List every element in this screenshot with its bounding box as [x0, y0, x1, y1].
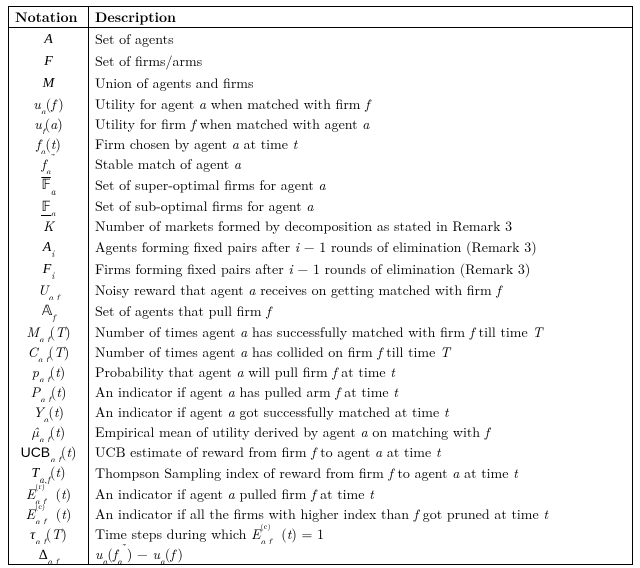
table-row: ∆a,fua(fa*) − ua(f ): [9, 544, 633, 565]
table-row: E(c)a,f(t)An indicator if all the firms …: [9, 504, 633, 524]
description-cell: Empirical mean of utility derived by age…: [89, 422, 633, 442]
table-row: FSet of firms/arms: [9, 50, 633, 72]
table-row: 𝔽aSet of sub-optimal firms for agent a: [9, 196, 633, 216]
notation-cell: Pa,f(t): [9, 382, 89, 402]
table-row: 𝔸fSet of agents that pull firm f: [9, 300, 633, 322]
table-row: Pa,f(t)An indicator if agent a has pulle…: [9, 382, 633, 402]
table-row: ua(f )Utility for agent a when matched w…: [9, 94, 633, 114]
notation-cell: fa(t): [9, 134, 89, 154]
notation-cell: F: [9, 50, 89, 72]
notation-cell: Ma,f(T): [9, 322, 89, 342]
description-cell: An indicator if agent a pulled firm f at…: [89, 484, 633, 504]
description-cell: Stable match of agent a: [89, 154, 633, 174]
notation-cell: E(c)a,f(t): [9, 504, 89, 524]
description-cell: Agents forming fixed pairs after i − 1 r…: [89, 236, 633, 258]
description-cell: ua(fa*) − ua(f ): [89, 544, 633, 565]
description-cell: UCB estimate of reward from firm f to ag…: [89, 442, 633, 462]
notation-cell: K: [9, 216, 89, 236]
table-row: Ma,f(T)Number of times agent a has succe…: [9, 322, 633, 342]
description-cell: Utility for firm f when matched with age…: [89, 114, 633, 134]
description-cell: Number of markets formed by decompositio…: [89, 216, 633, 236]
notation-cell: Ya(t): [9, 402, 89, 422]
description-cell: An indicator if agent a has pulled arm f…: [89, 382, 633, 402]
notation-cell: E(r)a,f(t): [9, 484, 89, 504]
description-cell: Probability that agent a will pull firm …: [89, 362, 633, 382]
notation-cell: Fi: [9, 258, 89, 280]
description-cell: Union of agents and firms: [89, 72, 633, 94]
table-row: Ua,fNoisy reward that agent a receives o…: [9, 280, 633, 300]
description-cell: An indicator if all the firms with highe…: [89, 504, 633, 524]
description-cell: An indicator if agent a got successfully…: [89, 402, 633, 422]
description-cell: Number of times agent a has collided on …: [89, 342, 633, 362]
description-cell: Set of firms/arms: [89, 50, 633, 72]
notation-table: Notation Description ASet of agentsFSet …: [8, 6, 633, 565]
table-row: ASet of agents: [9, 28, 633, 51]
table-row: AiAgents forming fixed pairs after i − 1…: [9, 236, 633, 258]
notation-cell: ∆a,f: [9, 544, 89, 565]
table-row: MUnion of agents and firms: [9, 72, 633, 94]
table-row: 𝔽aSet of super-optimal firms for agent a: [9, 174, 633, 196]
description-cell: Set of super-optimal firms for agent a: [89, 174, 633, 196]
description-cell: Set of agents that pull firm f: [89, 300, 633, 322]
notation-table-container: Notation Description ASet of agentsFSet …: [0, 0, 640, 568]
description-cell: Firms forming fixed pairs after i − 1 ro…: [89, 258, 633, 280]
notation-cell: ua(f ): [9, 94, 89, 114]
table-row: fa(t)Firm chosen by agent a at time t: [9, 134, 633, 154]
header-notation: Notation: [9, 7, 89, 28]
table-row: fa*Stable match of agent a: [9, 154, 633, 174]
description-cell: Set of agents: [89, 28, 633, 51]
notation-cell: uf(a): [9, 114, 89, 134]
notation-cell: A: [9, 28, 89, 51]
description-cell: Firm chosen by agent a at time t: [89, 134, 633, 154]
description-cell: Number of times agent a has successfully…: [89, 322, 633, 342]
notation-cell: 𝔽a: [9, 196, 89, 216]
notation-cell: Ua,f: [9, 280, 89, 300]
table-row: pa,f(t)Probability that agent a will pul…: [9, 362, 633, 382]
table-header-row: Notation Description: [9, 7, 633, 28]
notation-cell: UCBa,f(t): [9, 442, 89, 462]
notation-cell: fa*: [9, 154, 89, 174]
table-row: FiFirms forming fixed pairs after i − 1 …: [9, 258, 633, 280]
table-row: Ca,f(T)Number of times agent a has colli…: [9, 342, 633, 362]
table-row: Ya(t)An indicator if agent a got success…: [9, 402, 633, 422]
table-row: τa,f(T)Time steps during which E(c)a,f(t…: [9, 524, 633, 544]
table-row: µ̂a,f(t)Empirical mean of utility derive…: [9, 422, 633, 442]
table-row: E(r)a,f(t)An indicator if agent a pulled…: [9, 484, 633, 504]
description-cell: Time steps during which E(c)a,f(t) = 1: [89, 524, 633, 544]
description-cell: Thompson Sampling index of reward from f…: [89, 462, 633, 484]
description-cell: Utility for agent a when matched with fi…: [89, 94, 633, 114]
notation-cell: 𝔽a: [9, 174, 89, 196]
table-row: KNumber of markets formed by decompositi…: [9, 216, 633, 236]
notation-cell: M: [9, 72, 89, 94]
notation-cell: Ai: [9, 236, 89, 258]
description-cell: Set of sub-optimal firms for agent a: [89, 196, 633, 216]
notation-cell: Ca,f(T): [9, 342, 89, 362]
notation-cell: µ̂a,f(t): [9, 422, 89, 442]
table-row: UCBa,f(t)UCB estimate of reward from fir…: [9, 442, 633, 462]
notation-cell: pa,f(t): [9, 362, 89, 382]
table-row: Ta,f(t)Thompson Sampling index of reward…: [9, 462, 633, 484]
description-cell: Noisy reward that agent a receives on ge…: [89, 280, 633, 300]
header-description: Description: [89, 7, 633, 28]
table-row: uf(a)Utility for firm f when matched wit…: [9, 114, 633, 134]
notation-cell: Ta,f(t): [9, 462, 89, 484]
notation-cell: τa,f(T): [9, 524, 89, 544]
notation-cell: 𝔸f: [9, 300, 89, 322]
